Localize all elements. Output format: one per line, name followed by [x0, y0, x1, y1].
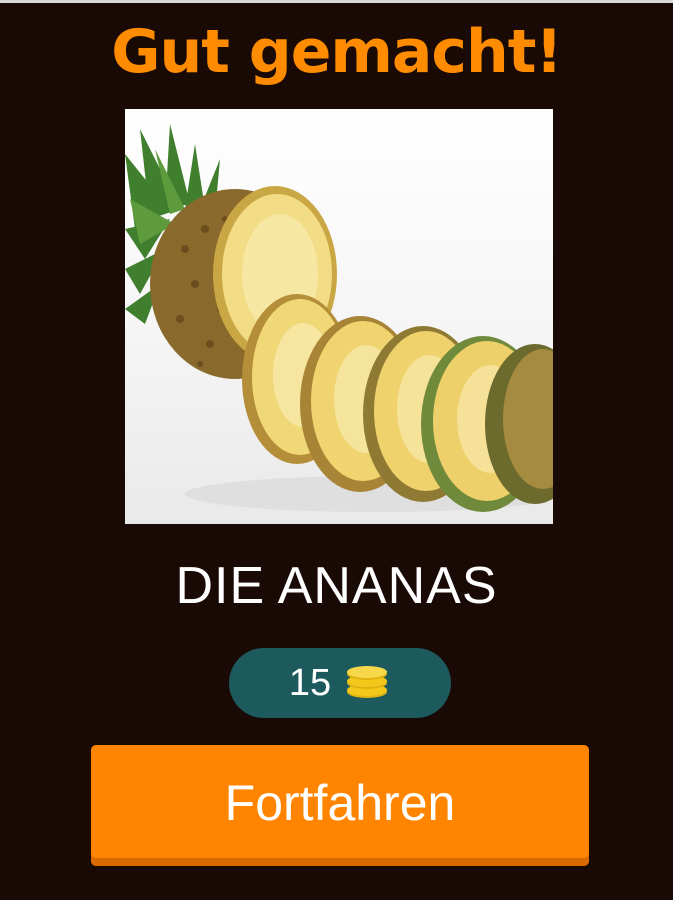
continue-button[interactable]: Fortfahren — [91, 745, 589, 866]
coins-reward-badge: 15 — [229, 648, 451, 718]
page-title: Gut gemacht! — [111, 17, 563, 87]
pineapple-photo — [125, 109, 553, 524]
answer-text: DIE ANANAS — [175, 557, 498, 615]
pineapple-illustration — [125, 124, 553, 512]
quiz-result-screen: Gut gemacht! DIE ANANAS 15 Fortfahren — [0, 0, 673, 900]
coin-stack-icon — [347, 666, 388, 698]
continue-button-label: Fortfahren — [224, 774, 456, 831]
coins-value: 15 — [288, 661, 332, 704]
top-edge — [0, 0, 673, 3]
